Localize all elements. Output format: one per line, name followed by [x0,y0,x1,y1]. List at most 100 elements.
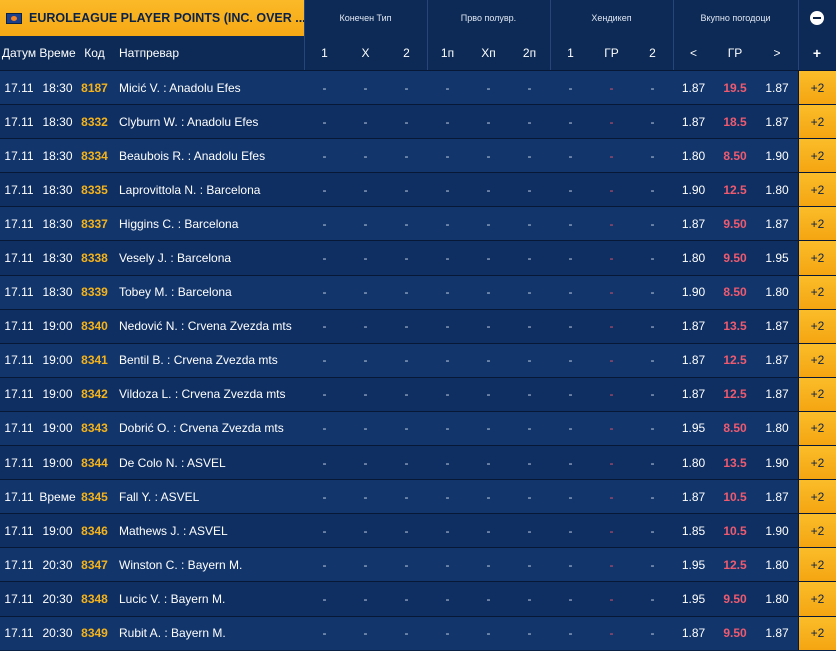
odd-h1[interactable]: - [427,446,468,479]
odd-under[interactable]: 1.87 [673,480,714,513]
odd-hx[interactable]: - [468,378,509,411]
odd-hc2[interactable]: - [632,310,673,343]
odd-hc1[interactable]: - [550,582,591,615]
more-markets-button[interactable]: +2 [798,377,836,411]
odd-hx[interactable]: - [468,310,509,343]
odd-ftx[interactable]: - [345,344,386,377]
row-match[interactable]: Nedović N. : Crvena Zvezda mts [119,310,301,343]
odd-ft2[interactable]: - [386,276,427,309]
odd-h1[interactable]: - [427,173,468,206]
odd-over[interactable]: 1.80 [756,276,798,309]
odd-h1[interactable]: - [427,344,468,377]
odd-over[interactable]: 1.90 [756,139,798,172]
odd-ft1[interactable]: - [304,139,345,172]
row-match[interactable]: Rubit A. : Bayern M. [119,617,301,650]
odd-ft2[interactable]: - [386,378,427,411]
odd-h1[interactable]: - [427,548,468,581]
odd-ft1[interactable]: - [304,480,345,513]
odd-hc1[interactable]: - [550,514,591,547]
odd-h1[interactable]: - [427,276,468,309]
odd-hc1[interactable]: - [550,241,591,274]
odd-under[interactable]: 1.95 [673,548,714,581]
odd-hc2[interactable]: - [632,139,673,172]
odd-ft1[interactable]: - [304,276,345,309]
odd-h1[interactable]: - [427,207,468,240]
odd-ftx[interactable]: - [345,582,386,615]
odd-hc1[interactable]: - [550,139,591,172]
odd-ftx[interactable]: - [345,276,386,309]
odd-h2[interactable]: - [509,548,550,581]
odd-hc1[interactable]: - [550,446,591,479]
odd-ft1[interactable]: - [304,446,345,479]
odd-ft2[interactable]: - [386,207,427,240]
odd-hx[interactable]: - [468,207,509,240]
row-match[interactable]: Fall Y. : ASVEL [119,480,301,513]
odd-under[interactable]: 1.87 [673,71,714,104]
odd-h1[interactable]: - [427,514,468,547]
odd-h2[interactable]: - [509,378,550,411]
row-match[interactable]: Vildoza L. : Crvena Zvezda mts [119,378,301,411]
odd-under[interactable]: 1.87 [673,617,714,650]
odd-over[interactable]: 1.87 [756,310,798,343]
more-markets-button[interactable]: +2 [798,480,836,514]
odd-ft1[interactable]: - [304,378,345,411]
odd-hx[interactable]: - [468,105,509,138]
odd-h2[interactable]: - [509,310,550,343]
odd-hc1[interactable]: - [550,480,591,513]
odd-ftx[interactable]: - [345,412,386,445]
odd-hc2[interactable]: - [632,207,673,240]
col-plus[interactable]: + [798,36,836,70]
odd-ft1[interactable]: - [304,71,345,104]
more-markets-button[interactable]: +2 [798,582,836,616]
odd-ftx[interactable]: - [345,71,386,104]
odd-hx[interactable]: - [468,582,509,615]
odd-hc2[interactable]: - [632,514,673,547]
odd-hc1[interactable]: - [550,617,591,650]
odd-ft2[interactable]: - [386,344,427,377]
col-code[interactable]: Код [77,36,112,70]
odd-hc2[interactable]: - [632,241,673,274]
more-markets-button[interactable]: +2 [798,105,836,139]
odd-h1[interactable]: - [427,582,468,615]
odd-ft2[interactable]: - [386,71,427,104]
odd-h2[interactable]: - [509,105,550,138]
odd-ftx[interactable]: - [345,480,386,513]
odd-ft1[interactable]: - [304,310,345,343]
row-match[interactable]: Dobrić O. : Crvena Zvezda mts [119,412,301,445]
odd-over[interactable]: 1.87 [756,105,798,138]
col-time[interactable]: Време [38,36,77,70]
more-markets-button[interactable]: +2 [798,446,836,480]
odd-hc2[interactable]: - [632,617,673,650]
odd-hx[interactable]: - [468,71,509,104]
odd-h2[interactable]: - [509,412,550,445]
odd-hc2[interactable]: - [632,480,673,513]
odd-ftx[interactable]: - [345,514,386,547]
odd-hx[interactable]: - [468,344,509,377]
odd-hc2[interactable]: - [632,378,673,411]
more-markets-button[interactable]: +2 [798,309,836,343]
odd-h1[interactable]: - [427,139,468,172]
odd-hx[interactable]: - [468,446,509,479]
odd-ftx[interactable]: - [345,207,386,240]
odd-under[interactable]: 1.87 [673,310,714,343]
odd-hx[interactable]: - [468,412,509,445]
odd-hc1[interactable]: - [550,344,591,377]
odd-ft2[interactable]: - [386,241,427,274]
odd-hx[interactable]: - [468,514,509,547]
odd-h1[interactable]: - [427,480,468,513]
odd-under[interactable]: 1.80 [673,241,714,274]
more-markets-button[interactable]: +2 [798,548,836,582]
odd-under[interactable]: 1.87 [673,105,714,138]
odd-hc1[interactable]: - [550,548,591,581]
odd-over[interactable]: 1.87 [756,617,798,650]
more-markets-button[interactable]: +2 [798,616,836,650]
odd-under[interactable]: 1.87 [673,207,714,240]
odd-hc1[interactable]: - [550,378,591,411]
more-markets-button[interactable]: +2 [798,241,836,275]
odd-h1[interactable]: - [427,310,468,343]
odd-h2[interactable]: - [509,582,550,615]
odd-under[interactable]: 1.95 [673,412,714,445]
odd-hx[interactable]: - [468,548,509,581]
odd-hc2[interactable]: - [632,446,673,479]
row-match[interactable]: Tobey M. : Barcelona [119,276,301,309]
